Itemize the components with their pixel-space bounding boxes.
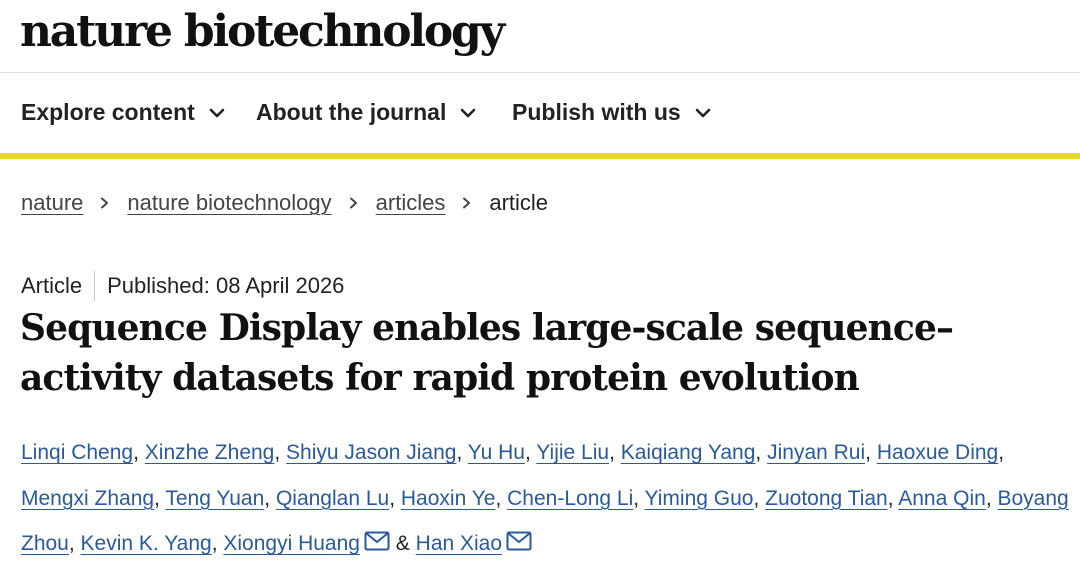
author-link[interactable]: Jinyan Rui xyxy=(767,441,865,464)
chevron-down-icon xyxy=(695,108,710,117)
author-link[interactable]: Linqi Cheng xyxy=(21,441,133,464)
author-link[interactable]: Mengxi Zhang xyxy=(21,487,154,510)
author-separator: , xyxy=(68,532,81,555)
author-separator: , xyxy=(264,486,276,510)
breadcrumb-current: article xyxy=(489,190,549,215)
author-separator: , xyxy=(456,441,468,464)
nav-about-journal[interactable]: About the journal xyxy=(256,99,476,126)
author-separator: , xyxy=(998,441,1005,464)
chevron-down-icon xyxy=(209,108,225,117)
site-logo[interactable]: nature biotechnology xyxy=(20,4,505,60)
author-link[interactable]: Teng Yuan xyxy=(165,487,264,510)
breadcrumb: nature nature biotechnology articles art… xyxy=(21,190,548,216)
author-link[interactable]: Yu Hu xyxy=(468,441,525,464)
author-link[interactable]: Chen-Long Li xyxy=(507,487,633,510)
chevron-right-icon xyxy=(463,197,471,209)
author-link[interactable]: Xiongyi Huang xyxy=(223,532,360,555)
chevron-right-icon xyxy=(101,197,109,209)
author-separator: , xyxy=(389,486,401,510)
author-link[interactable]: Haoxin Ye xyxy=(401,487,496,510)
publish-date: Published: 08 April 2026 xyxy=(107,273,345,298)
author-separator: & xyxy=(389,532,416,555)
author-link[interactable]: Shiyu Jason Jiang xyxy=(286,441,456,464)
author-link[interactable]: Yiming Guo xyxy=(645,487,754,510)
author-separator: , xyxy=(274,441,287,464)
author-separator: , xyxy=(525,441,537,464)
chevron-right-icon xyxy=(349,197,357,209)
chevron-down-icon xyxy=(461,108,476,117)
author-separator: , xyxy=(154,486,166,510)
author-separator: , xyxy=(753,486,766,510)
author-link[interactable]: Kevin K. Yang xyxy=(81,532,212,555)
author-link[interactable]: Kaiqiang Yang xyxy=(621,441,756,464)
article-type: Article xyxy=(21,273,83,298)
author-link[interactable]: Han Xiao xyxy=(416,532,502,555)
author-separator: , xyxy=(211,532,224,555)
author-separator: , xyxy=(495,486,508,510)
meta-divider xyxy=(94,271,96,301)
article-title: Sequence Display enables large-scale seq… xyxy=(20,307,954,399)
author-separator: , xyxy=(887,486,899,510)
breadcrumb-articles[interactable]: articles xyxy=(376,190,446,216)
author-separator: , xyxy=(609,441,621,464)
nav-label: Explore content xyxy=(21,99,195,125)
main-nav: Explore content About the journal Publis… xyxy=(0,73,1080,159)
nav-publish-with-us[interactable]: Publish with us xyxy=(512,99,711,126)
author-link[interactable]: Zuotong Tian xyxy=(765,487,888,510)
author-link[interactable]: Qianglan Lu xyxy=(276,487,389,510)
nav-label: About the journal xyxy=(256,99,447,125)
author-link[interactable]: Xinzhe Zheng xyxy=(145,441,275,464)
author-link[interactable]: Haoxue Ding xyxy=(877,441,998,464)
author-separator: , xyxy=(755,441,768,464)
author-link[interactable]: Yijie Liu xyxy=(536,441,609,464)
author-separator: , xyxy=(865,441,877,464)
author-separator: , xyxy=(985,486,998,510)
masthead: nature biotechnology xyxy=(0,0,1080,73)
breadcrumb-nature[interactable]: nature xyxy=(21,190,83,216)
author-list: Linqi Cheng, Xinzhe Zheng, Shiyu Jason J… xyxy=(21,430,1076,567)
nav-explore-content[interactable]: Explore content xyxy=(21,99,225,126)
author-separator: , xyxy=(133,441,145,464)
author-separator: , xyxy=(633,486,645,510)
nav-label: Publish with us xyxy=(512,99,681,125)
email-icon[interactable] xyxy=(364,522,390,551)
article-meta: Article Published: 08 April 2026 xyxy=(21,271,344,301)
email-icon[interactable] xyxy=(506,522,532,551)
author-link[interactable]: Anna Qin xyxy=(898,487,986,510)
breadcrumb-nature-biotechnology[interactable]: nature biotechnology xyxy=(127,190,331,216)
